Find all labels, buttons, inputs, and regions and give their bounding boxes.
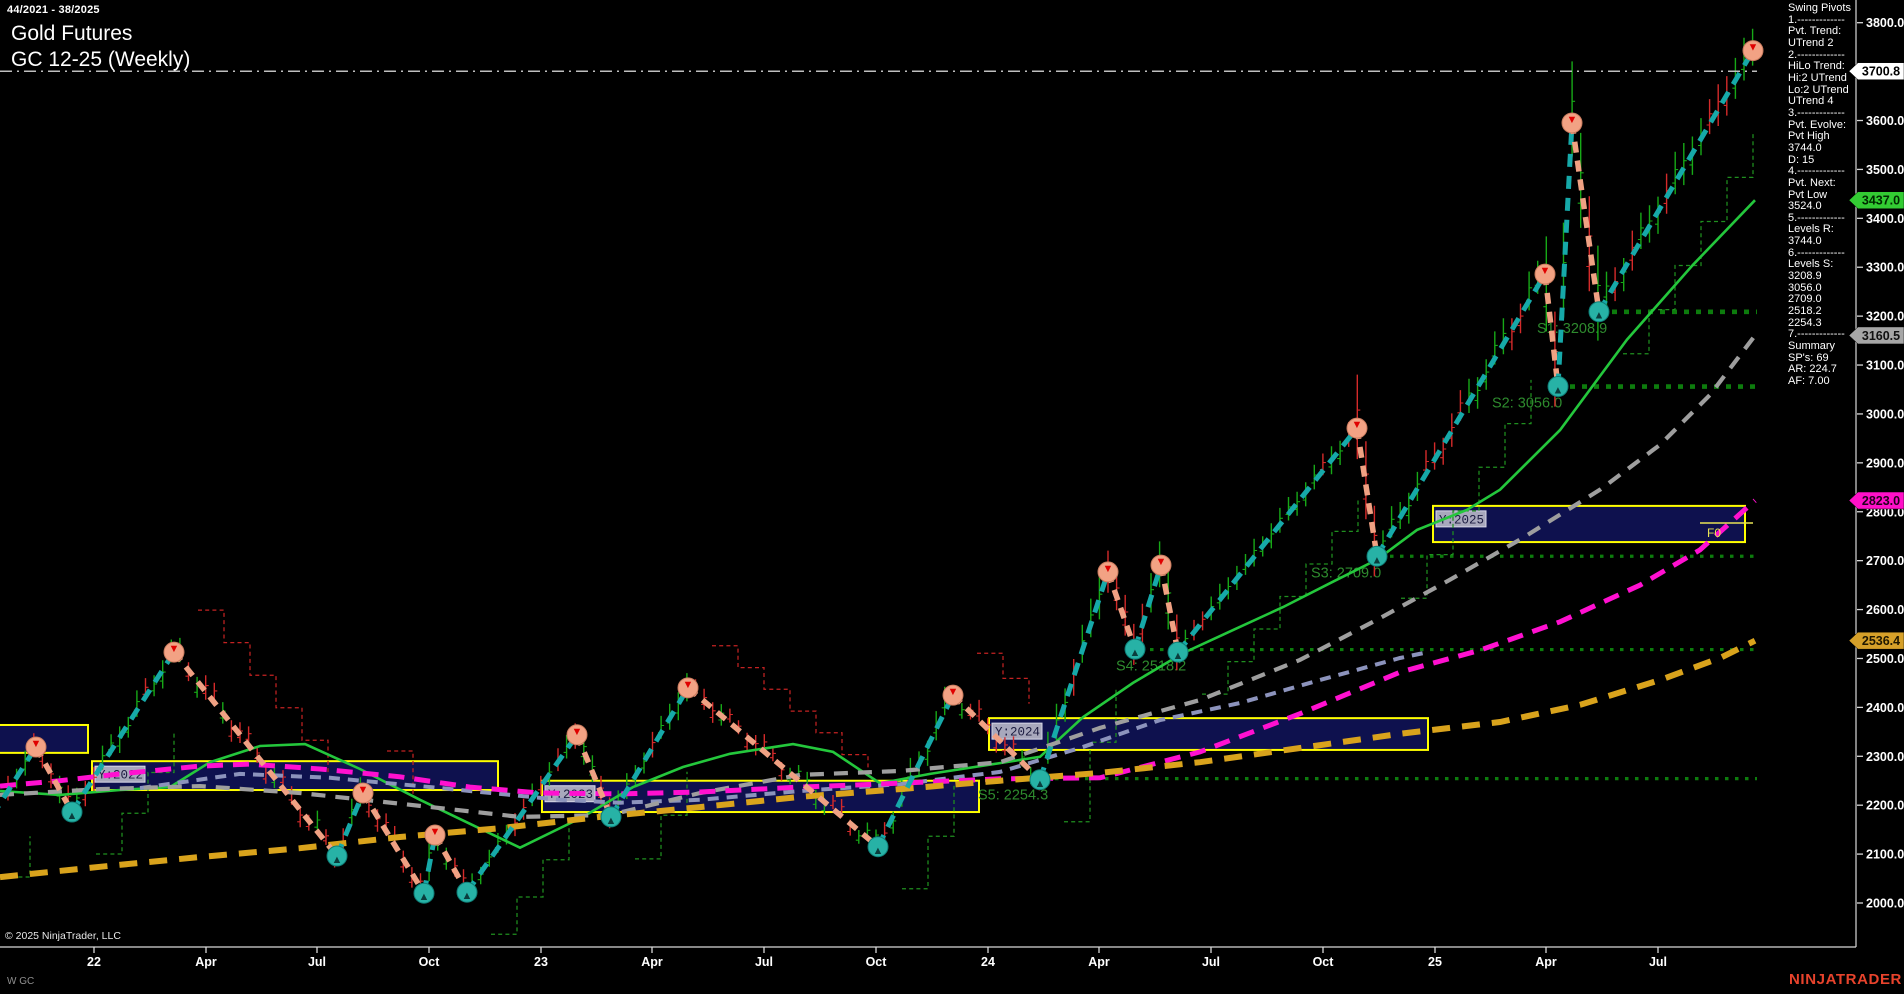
pivot-marker-glyph: ▲ bbox=[332, 854, 343, 866]
gold-ma-marker-text: 2536.4 bbox=[1862, 634, 1900, 648]
year-box-label: Y:2024 bbox=[995, 726, 1040, 740]
support-level-label: S5: 2254.3 bbox=[978, 788, 1048, 804]
pivot-marker-glyph: ▲ bbox=[606, 815, 617, 827]
time-tick-label: Oct bbox=[419, 955, 441, 969]
time-tick-label: Apr bbox=[641, 955, 663, 969]
pivot-marker-glyph: ▲ bbox=[419, 891, 430, 903]
price-tick-label: 2000.0 bbox=[1866, 897, 1904, 911]
time-tick-label: Jul bbox=[1649, 955, 1667, 969]
price-tick-label: 2700.0 bbox=[1866, 554, 1904, 568]
panel-line: AF: 7.00 bbox=[1788, 375, 1830, 387]
time-tick-label: Apr bbox=[1088, 955, 1110, 969]
time-tick-label: Apr bbox=[1535, 955, 1557, 969]
panel-line: Swing Pivots bbox=[1788, 2, 1851, 14]
price-tick-label: 2100.0 bbox=[1866, 848, 1904, 862]
time-tick-label: Jul bbox=[308, 955, 326, 969]
pivot-marker-glyph: ▼ bbox=[358, 784, 369, 796]
panel-line: Hi:2 UTrend bbox=[1788, 71, 1847, 84]
swing-pivots-info-panel: Swing Pivots 1.------------- Pvt. Trend: UT… bbox=[1788, 2, 1898, 388]
price-tick-label: 2900.0 bbox=[1866, 456, 1904, 470]
pivot-marker-glyph: ▼ bbox=[1567, 114, 1578, 126]
time-tick-label: 25 bbox=[1428, 955, 1442, 969]
price-tick-label: 2400.0 bbox=[1866, 701, 1904, 715]
time-tick-label: Oct bbox=[866, 955, 888, 969]
time-tick-label: 22 bbox=[87, 955, 101, 969]
price-tick-label: 3000.0 bbox=[1866, 407, 1904, 421]
pivot-marker-glyph: ▼ bbox=[1540, 265, 1551, 277]
pivot-marker-glyph: ▲ bbox=[1372, 554, 1383, 566]
panel-line: UTrend 2 bbox=[1788, 36, 1834, 49]
panel-line: Summary bbox=[1788, 340, 1836, 353]
price-tick-label: 2500.0 bbox=[1866, 652, 1904, 666]
year-box-label: Y:2025 bbox=[1439, 513, 1484, 527]
chart-window: Y:2022 Y:2023 Y:2024 Y:2025 S1: 3208.9 S2: 30… bbox=[0, 0, 1904, 994]
price-tick-label: 2300.0 bbox=[1866, 750, 1904, 764]
time-tick-label: Apr bbox=[195, 955, 217, 969]
pivot-marker-glyph: ▲ bbox=[67, 810, 78, 822]
panel-line: Pvt. Next: bbox=[1788, 176, 1836, 189]
panel-line: 3744.0 bbox=[1788, 141, 1822, 154]
support-level-label: S3: 2709.0 bbox=[1311, 565, 1381, 581]
pivot-marker-glyph: ▲ bbox=[1035, 778, 1046, 790]
price-tick-label: 2600.0 bbox=[1866, 603, 1904, 617]
pivot-marker-glyph: ▼ bbox=[169, 643, 180, 655]
pivot-marker-glyph: ▼ bbox=[1748, 42, 1759, 54]
support-level-label: S2: 3056.0 bbox=[1492, 396, 1562, 412]
time-tick-label: 24 bbox=[981, 955, 995, 969]
pivot-marker-glyph: ▼ bbox=[683, 679, 694, 691]
time-tick-label: 23 bbox=[534, 955, 548, 969]
series-watermark: W GC bbox=[7, 976, 35, 987]
pivot-marker-glyph: ▼ bbox=[1103, 563, 1114, 575]
support-level-label: S1: 3208.9 bbox=[1537, 321, 1607, 337]
instrument-title: Gold Futures bbox=[11, 22, 133, 45]
chart-background bbox=[0, 0, 1904, 994]
time-tick-label: Oct bbox=[1313, 955, 1335, 969]
pivot-marker-glyph: ▼ bbox=[572, 726, 583, 738]
time-tick-label: Jul bbox=[755, 955, 773, 969]
f0-label: F0 bbox=[1707, 526, 1721, 540]
pivot-marker-glyph: ▲ bbox=[1130, 647, 1141, 659]
pivot-marker-glyph: ▲ bbox=[1173, 650, 1184, 662]
pivot-marker-glyph: ▲ bbox=[873, 845, 884, 857]
pivot-marker-glyph: ▲ bbox=[462, 890, 473, 902]
pivot-marker-glyph: ▲ bbox=[1553, 385, 1564, 397]
pivot-marker-glyph: ▼ bbox=[430, 826, 441, 838]
copyright-text: © 2025 NinjaTrader, LLC bbox=[5, 930, 121, 942]
contract-subtitle: GC 12-25 (Weekly) bbox=[11, 48, 191, 71]
ninjatrader-logo: NINJATRADER bbox=[1789, 971, 1902, 988]
panel-line: 2518.2 bbox=[1788, 305, 1822, 318]
pivot-marker-glyph: ▼ bbox=[1156, 556, 1167, 568]
pivot-marker-glyph: ▼ bbox=[31, 738, 42, 750]
pivot-marker-glyph: ▼ bbox=[1352, 419, 1363, 431]
time-tick-label: Jul bbox=[1202, 955, 1220, 969]
price-chart[interactable]: Y:2022Y:2023Y:2024Y:2025S1: 3208.9S2: 30… bbox=[0, 0, 1904, 994]
pivot-marker-glyph: ▼ bbox=[948, 686, 959, 698]
date-range-label: 44/2021 - 38/2025 bbox=[7, 4, 100, 16]
magenta-ma-marker-text: 2823.0 bbox=[1862, 494, 1900, 508]
price-tick-label: 2200.0 bbox=[1866, 799, 1904, 813]
pivot-marker-glyph: ▲ bbox=[1594, 310, 1605, 322]
panel-line: 3.------------- bbox=[1788, 106, 1845, 119]
panel-line: 3208.9 bbox=[1788, 270, 1822, 283]
